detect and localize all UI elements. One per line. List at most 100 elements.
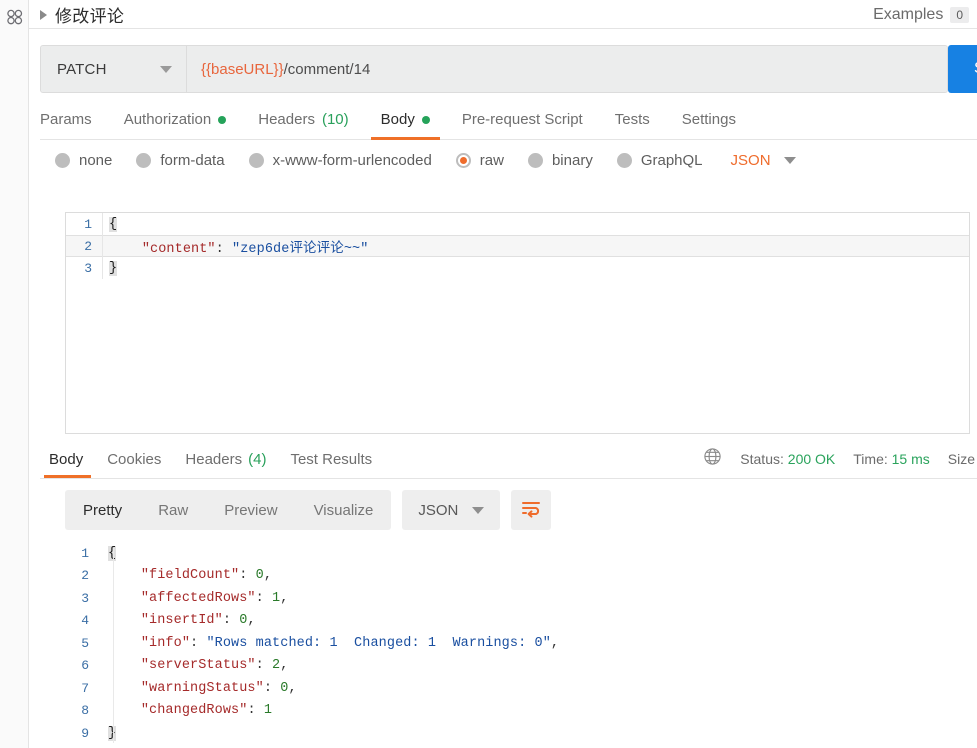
code-line: 3 } — [66, 257, 969, 279]
response-body-editor[interactable]: 1 { 2 "fieldCount": 0, 3 "affectedRows":… — [65, 542, 977, 748]
tab-headers[interactable]: Headers (10) — [242, 99, 364, 140]
method-label: PATCH — [57, 60, 107, 78]
json-comma: , — [247, 613, 256, 629]
tab-count: (10) — [321, 111, 349, 128]
radio-icon[interactable] — [55, 152, 70, 168]
method-select[interactable]: PATCH — [41, 46, 187, 92]
tab-authorization[interactable]: Authorization — [108, 99, 243, 140]
raw-format-label: JSON — [730, 151, 771, 169]
code-line: 8 "changedRows": 1 — [65, 700, 977, 723]
json-comma: , — [288, 680, 297, 696]
line-number: 2 — [84, 238, 92, 254]
tab-label: Headers — [185, 450, 243, 468]
json-key: "insertId" — [140, 613, 223, 629]
tab-label: Settings — [681, 111, 736, 128]
chevron-down-icon[interactable] — [472, 506, 485, 514]
status-dot-icon — [421, 115, 430, 124]
time-label: Time: — [853, 451, 888, 467]
main-column: 修改评论 Examples 0 PATCH {{baseURL}}/commen… — [29, 0, 977, 748]
radio-icon[interactable] — [616, 152, 632, 168]
examples-count-badge: 0 — [950, 6, 969, 23]
request-body-editor[interactable]: 1 { 2 "content": "zep6de评论评论~~" 3 } — [65, 212, 970, 434]
gutter-divider — [113, 548, 114, 743]
json-comma: , — [550, 635, 560, 651]
tab-params[interactable]: Params — [40, 99, 108, 140]
radio-icon[interactable] — [136, 152, 152, 168]
response-divider — [40, 478, 977, 479]
tab-label: Authorization — [123, 111, 212, 128]
tab-settings[interactable]: Settings — [666, 99, 752, 140]
collections-icon[interactable] — [5, 8, 25, 28]
url-bar: PATCH {{baseURL}}/comment/14 — [40, 45, 948, 93]
tab-label: Params — [40, 111, 92, 128]
json-key: "info" — [140, 635, 191, 651]
response-tab-cookies[interactable]: Cookies — [95, 440, 173, 478]
examples-group[interactable]: Examples 0 — [873, 0, 969, 29]
json-key: "affectedRows" — [140, 590, 256, 606]
code-line: 3 "affectedRows": 1, — [65, 587, 977, 610]
json-value: 0 — [255, 568, 264, 584]
url-variable: {{baseURL}} — [201, 60, 284, 78]
view-mode-visualize[interactable]: Visualize — [296, 490, 392, 530]
tab-label: Tests — [614, 111, 650, 128]
url-input[interactable]: {{baseURL}}/comment/14 — [187, 46, 947, 92]
tab-label: Pre-request Script — [461, 111, 583, 128]
json-key: "serverStatus" — [140, 658, 256, 674]
chevron-down-icon[interactable] — [783, 156, 796, 164]
line-number: 5 — [81, 635, 89, 651]
response-code-area[interactable]: 1 { 2 "fieldCount": 0, 3 "affectedRows":… — [65, 542, 977, 745]
url-path: /comment/14 — [283, 60, 371, 78]
body-type-binary[interactable]: binary — [527, 152, 593, 169]
left-rail — [0, 0, 29, 748]
size-label[interactable]: Size — [948, 451, 975, 467]
line-number: 3 — [84, 260, 92, 276]
raw-format-select[interactable]: JSON — [731, 152, 796, 169]
radio-icon-selected[interactable] — [455, 152, 471, 168]
tab-body[interactable]: Body — [365, 99, 446, 140]
tab-tests[interactable]: Tests — [599, 99, 666, 140]
url-row: PATCH {{baseURL}}/comment/14 Send — [29, 29, 977, 99]
radio-label: form-data — [160, 151, 225, 169]
tab-label: Body — [380, 111, 415, 128]
word-wrap-button[interactable] — [511, 490, 552, 530]
view-mode-preview[interactable]: Preview — [206, 490, 295, 530]
json-value: 1 — [263, 703, 273, 719]
body-type-raw[interactable]: raw — [455, 152, 504, 169]
caret-right-icon[interactable] — [40, 10, 47, 20]
status-dot-icon — [218, 115, 227, 124]
response-tab-test-results[interactable]: Test Results — [278, 440, 384, 478]
time-badge[interactable]: Time: 15 ms — [853, 451, 930, 467]
json-comma: , — [280, 658, 289, 674]
postman-request-response-pane: 修改评论 Examples 0 PATCH {{baseURL}}/commen… — [0, 0, 977, 748]
response-format-select[interactable]: JSON — [402, 490, 501, 530]
radio-icon[interactable] — [527, 152, 543, 168]
send-button[interactable]: Send — [948, 45, 977, 93]
json-comma: , — [263, 568, 273, 584]
code-line: 4 "insertId": 0, — [65, 610, 977, 633]
code-line: 1 { — [66, 213, 969, 235]
status-badge[interactable]: Status: 200 OK — [740, 451, 835, 467]
code-line: 5 "info": "Rows matched: 1 Changed: 1 Wa… — [65, 632, 977, 655]
response-tab-body[interactable]: Body — [40, 440, 95, 478]
view-mode-pretty[interactable]: Pretty — [65, 490, 140, 530]
examples-label: Examples — [873, 5, 944, 23]
line-number: 1 — [84, 216, 92, 232]
response-format-label: JSON — [418, 501, 459, 519]
body-type-form-data[interactable]: form-data — [136, 151, 225, 169]
radio-icon[interactable] — [248, 152, 264, 168]
code-line: 9 } — [65, 722, 977, 745]
response-tab-headers[interactable]: Headers (4) — [173, 440, 278, 478]
tab-pre-request-script[interactable]: Pre-request Script — [446, 99, 599, 140]
line-number: 2 — [81, 568, 89, 584]
body-type-none[interactable]: none — [55, 152, 112, 169]
body-type-graphql[interactable]: GraphQL — [616, 152, 703, 169]
code-line: 7 "warningStatus": 0, — [65, 677, 977, 700]
line-number: 6 — [81, 658, 89, 674]
globe-icon[interactable] — [703, 447, 722, 471]
request-code-area[interactable]: 1 { 2 "content": "zep6de评论评论~~" 3 } — [66, 213, 969, 279]
request-title-group[interactable]: 修改评论 — [40, 0, 124, 29]
body-type-x-www-form-urlencoded[interactable]: x-www-form-urlencoded — [248, 152, 432, 169]
page-title: 修改评论 — [55, 7, 125, 26]
view-mode-raw[interactable]: Raw — [140, 490, 206, 530]
chevron-down-icon[interactable] — [160, 65, 172, 73]
